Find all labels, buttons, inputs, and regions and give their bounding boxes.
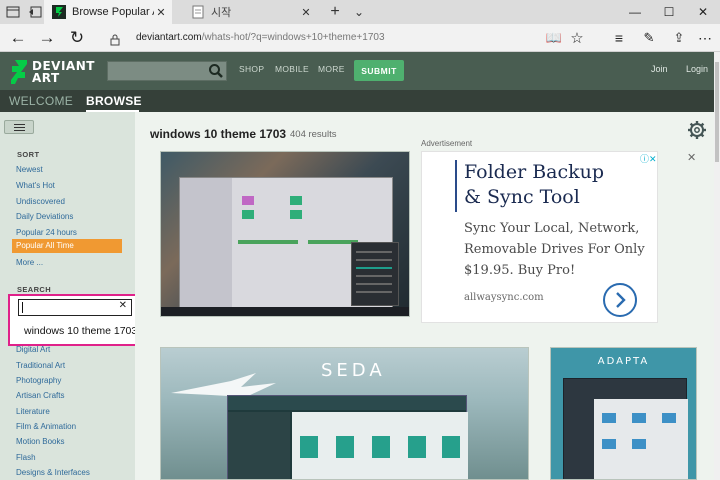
sort-more[interactable]: More ... (16, 258, 43, 267)
search-icon[interactable] (208, 63, 224, 79)
search-suggestion-highlight: ✕ windows 10 theme 1703 (8, 294, 148, 346)
ad-headline-line-1: Folder Backup (464, 161, 605, 183)
nav-mobile[interactable]: MOBILE (275, 64, 309, 74)
maximize-icon[interactable]: ☐ (652, 0, 686, 24)
tab-welcome[interactable]: WELCOME (9, 94, 73, 108)
nav-shop[interactable]: SHOP (239, 64, 264, 74)
close-tab-icon[interactable]: ✕ (299, 6, 313, 19)
sidebar-search-input[interactable]: ✕ (18, 299, 132, 316)
sort-popular-24-hours[interactable]: Popular 24 hours (16, 228, 77, 237)
thumbnail-window-preview (563, 378, 688, 479)
lock-icon (104, 29, 126, 49)
minimize-icon[interactable]: — (618, 0, 652, 24)
inactive-tab-title: 시작 (211, 7, 232, 19)
scrollbar-thumb[interactable] (715, 62, 719, 162)
sort-heading: SORT (17, 150, 40, 159)
sort-newest[interactable]: Newest (16, 165, 43, 174)
url-path: /whats-hot/?q=windows+10+theme+1703 (201, 32, 385, 43)
result-thumbnail-1[interactable] (160, 151, 410, 317)
login-link[interactable]: Login (686, 64, 708, 74)
thumbnail-text-adapta: ADAPTA (597, 356, 650, 367)
notes-icon[interactable]: ✎ (638, 28, 660, 48)
search-heading: SEARCH (17, 285, 52, 294)
category-digital-art[interactable]: Digital Art (16, 345, 50, 354)
page-scrollbar[interactable] (714, 52, 720, 480)
adchoices-icon[interactable]: ⓘ✕ (640, 152, 657, 165)
ad-headline: Folder Backup & Sync Tool (464, 160, 604, 210)
result-thumbnail-3[interactable]: ADAPTA (550, 347, 697, 480)
tab-start[interactable]: 시작 ✕ (183, 0, 317, 24)
active-tab-title: Browse Popular All Time (72, 6, 154, 18)
url-field[interactable]: deviantart.com/whats-hot/?q=windows+10+t… (136, 29, 556, 47)
advertisement[interactable]: ⓘ✕ Folder Backup & Sync Tool Sync Your L… (421, 151, 658, 323)
gear-icon[interactable] (687, 120, 707, 140)
thumbnail-text-seda: SEDA (321, 360, 386, 381)
header-search-input[interactable] (107, 61, 227, 81)
thumbnail-window-preview (227, 395, 468, 479)
tab-aside-icon[interactable] (26, 3, 44, 21)
deviantart-favicon-icon (52, 5, 66, 19)
deviantart-logo-icon (11, 60, 27, 84)
ad-go-button[interactable] (603, 283, 637, 317)
category-motion-books[interactable]: Motion Books (16, 437, 64, 446)
new-tab-icon[interactable]: + (326, 3, 344, 21)
nav-more[interactable]: MORE (318, 64, 345, 74)
tab-list-icon[interactable] (4, 3, 22, 21)
category-photography[interactable]: Photography (16, 376, 61, 385)
share-icon[interactable]: ⇪ (668, 28, 690, 48)
reading-view-icon[interactable]: 📖 (543, 28, 565, 48)
chevron-right-icon (616, 292, 626, 308)
more-icon[interactable]: ⋯ (694, 28, 716, 48)
deviantart-logo[interactable]: DEVIANT ART (10, 58, 94, 86)
ad-accent-bar (455, 160, 457, 212)
tab-deviantart[interactable]: Browse Popular All Time ✕ (44, 0, 172, 24)
ad-headline-line-2: & Sync Tool (464, 186, 580, 208)
sort-undiscovered[interactable]: Undiscovered (16, 197, 65, 206)
sort-popular-all-time[interactable]: Popular All Time (12, 239, 122, 253)
text-caret (22, 302, 23, 313)
url-domain: deviantart.com (136, 32, 202, 43)
category-traditional-art[interactable]: Traditional Art (16, 361, 65, 370)
category-designs-interfaces[interactable]: Designs & Interfaces (16, 468, 90, 477)
results-title: windows 10 theme 1703 (150, 127, 287, 141)
results-count: 404 results (290, 129, 337, 140)
clear-search-icon[interactable]: ✕ (119, 300, 127, 311)
window-close-icon[interactable]: ✕ (686, 0, 720, 24)
ad-url[interactable]: allwaysync.com (464, 292, 544, 303)
logo-text-2: ART (32, 71, 60, 85)
category-flash[interactable]: Flash (16, 453, 36, 462)
close-tab-icon[interactable]: ✕ (154, 6, 168, 19)
ad-close-icon[interactable]: ✕ (687, 151, 696, 164)
sort-daily-deviations[interactable]: Daily Deviations (16, 212, 73, 221)
join-link[interactable]: Join (651, 64, 668, 74)
category-artisan-crafts[interactable]: Artisan Crafts (16, 391, 64, 400)
sort-whats-hot[interactable]: What's Hot (16, 181, 55, 190)
advertisement-label: Advertisement (421, 139, 473, 148)
thumbnail-context-menu-preview (351, 242, 399, 306)
refresh-icon[interactable]: ↻ (66, 28, 88, 48)
section-tabs: WELCOME BROWSE (0, 90, 714, 112)
tab-bar: Browse Popular All Time ✕ 시작 ✕ + ⌄ — ☐ ✕ (0, 0, 720, 24)
forward-icon[interactable]: → (36, 28, 58, 48)
category-literature[interactable]: Literature (16, 407, 50, 416)
address-bar: ← → ↻ deviantart.com/whats-hot/?q=window… (0, 24, 720, 52)
page-icon (192, 5, 204, 19)
category-film-animation[interactable]: Film & Animation (16, 422, 76, 431)
tab-browse[interactable]: BROWSE (86, 94, 142, 108)
thumbnail-taskbar-preview (161, 307, 409, 316)
hub-icon[interactable]: ≡ (608, 28, 630, 48)
search-suggestion[interactable]: windows 10 theme 1703 (24, 325, 137, 337)
sidebar-toggle-button[interactable] (4, 120, 34, 134)
back-icon[interactable]: ← (7, 28, 29, 48)
tab-dropdown-icon[interactable]: ⌄ (350, 3, 368, 21)
favorite-star-icon[interactable]: ☆ (566, 28, 588, 48)
ad-body: Sync Your Local, Network, Removable Driv… (464, 221, 645, 278)
result-thumbnail-2[interactable]: SEDA (160, 347, 529, 480)
submit-button[interactable]: SUBMIT (354, 60, 404, 81)
